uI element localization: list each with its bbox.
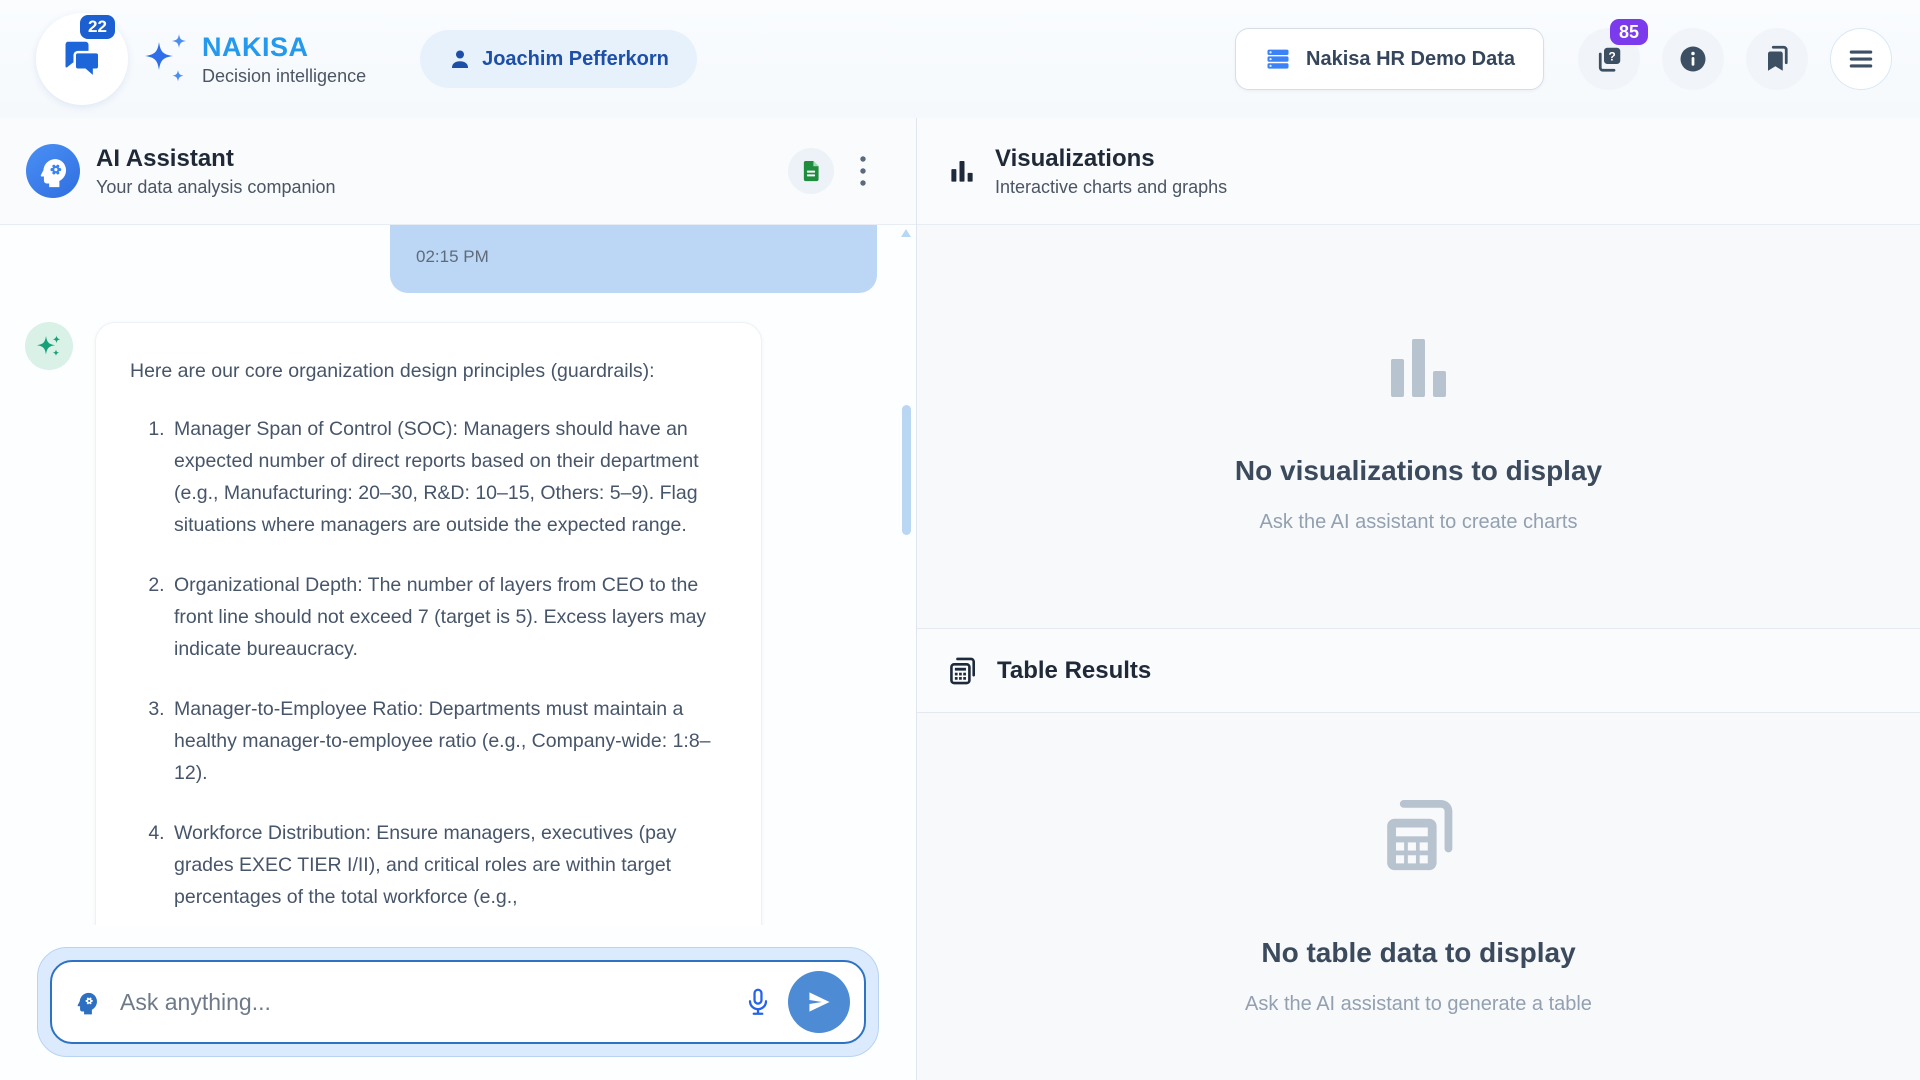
mic-button[interactable] [742,986,774,1018]
ai-assistant-avatar [26,144,80,198]
dataset-selector-button[interactable]: Nakisa HR Demo Data [1235,28,1544,90]
export-sheet-button[interactable] [788,148,834,194]
chat-scrollbar-up-arrow[interactable] [901,229,911,237]
chat-bubbles-icon [59,36,105,82]
principle-item: Manager-to-Employee Ratio: Departments m… [170,693,727,789]
head-gear-icon [36,154,70,188]
composer-zone [0,925,916,1080]
chat-scrollbar-thumb[interactable] [902,405,911,535]
top-bar-right: Nakisa HR Demo Data ? 85 [1235,28,1892,90]
table-empty-subtitle: Ask the AI assistant to generate a table [1245,993,1592,1016]
info-button[interactable] [1662,28,1724,90]
brand: NAKISA Decision intelligence [202,32,366,87]
chat-panel: AI Assistant Your data analysis companio… [0,118,917,1080]
help-badge: 85 [1610,19,1648,45]
assistant-principles-list: Manager Span of Control (SOC): Managers … [130,413,727,913]
main-content: AI Assistant Your data analysis companio… [0,118,1920,1080]
send-icon [805,988,833,1016]
person-icon [448,47,472,71]
results-panel: Visualizations Interactive charts and gr… [917,118,1920,1080]
visualizations-title: Visualizations [995,145,1890,173]
green-document-icon [798,158,824,184]
top-bar-left: 22 NAKISA Decision intelligence Joachim … [28,13,697,105]
menu-button[interactable] [1830,28,1892,90]
question-card-icon: ? [1594,44,1624,74]
table-results-header: Table Results [917,628,1920,713]
chat-panel-title: AI Assistant [96,145,788,173]
principle-item: Workforce Distribution: Ensure managers,… [170,817,727,913]
chat-actions [788,148,890,194]
kebab-icon [858,154,868,188]
svg-text:?: ? [1609,49,1616,63]
assistant-message-bubble: Here are our core organization design pr… [95,322,762,925]
visualizations-subtitle: Interactive charts and graphs [995,177,1890,198]
principle-item: Manager Span of Control (SOC): Managers … [170,413,727,541]
chat-panel-subtitle: Your data analysis companion [96,177,788,198]
chat-panel-titles: AI Assistant Your data analysis companio… [96,145,788,198]
brand-sparkles-icon [140,30,190,88]
visualizations-titles: Visualizations Interactive charts and gr… [995,145,1890,198]
bookmarks-button[interactable] [1746,28,1808,90]
brand-name: NAKISA [202,32,366,63]
visualizations-empty-subtitle: Ask the AI assistant to create charts [1260,511,1578,534]
composer-field [50,960,866,1044]
assistant-sparkles-avatar [25,322,73,370]
chat-panel-header: AI Assistant Your data analysis companio… [0,118,916,225]
visualizations-empty-title: No visualizations to display [1235,455,1602,487]
chat-input[interactable] [120,989,742,1016]
table-cards-icon [947,655,979,687]
hamburger-icon [1846,44,1876,74]
bar-chart-icon [947,156,977,186]
list-icon [1264,45,1292,73]
brand-tagline: Decision intelligence [202,66,366,87]
microphone-icon [742,986,774,1018]
user-menu-button[interactable]: Joachim Pefferkorn [420,30,697,88]
assistant-message-intro: Here are our core organization design pr… [130,355,727,387]
table-empty-state: No table data to display Ask the AI assi… [917,713,1920,1080]
notifications-button[interactable]: 22 [36,13,128,105]
notifications-badge: 22 [80,15,115,39]
table-empty-title: No table data to display [1261,937,1575,969]
table-placeholder-icon [1375,713,1463,881]
visualizations-header: Visualizations Interactive charts and gr… [917,118,1920,225]
principle-item: Organizational Depth: The number of laye… [170,569,727,665]
table-results-title: Table Results [997,657,1151,685]
top-bar: 22 NAKISA Decision intelligence Joachim … [0,0,1920,118]
dataset-button-label: Nakisa HR Demo Data [1306,48,1515,71]
assistant-message-row: Here are our core organization design pr… [0,322,916,925]
bookmarks-icon [1762,44,1792,74]
info-icon [1678,44,1708,74]
user-name: Joachim Pefferkorn [482,48,669,71]
chat-message-list[interactable]: 02:15 PM Here are our core organization … [0,225,916,925]
visualizations-empty-state: No visualizations to display Ask the AI … [917,225,1920,628]
sparkles-icon [34,331,64,361]
send-button[interactable] [788,971,850,1033]
help-button[interactable]: ? 85 [1578,28,1640,90]
head-gear-icon [74,989,100,1015]
user-message-bubble: 02:15 PM [390,225,877,293]
composer-container [37,947,879,1057]
user-message-timestamp: 02:15 PM [416,247,877,267]
chat-more-options-button[interactable] [858,154,868,188]
bar-chart-placeholder-icon [1391,339,1446,397]
